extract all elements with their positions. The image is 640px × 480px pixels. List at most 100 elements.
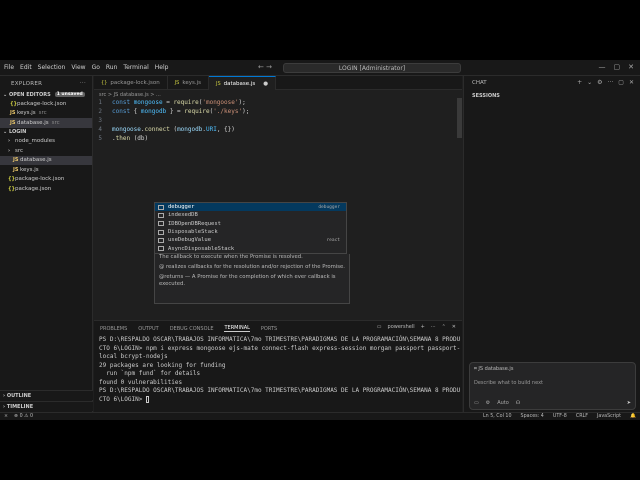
menu-view[interactable]: View [71,64,85,71]
suggestion-label: AsyncDisposableStack [168,245,235,252]
panel-tab-output[interactable]: OUTPUT [138,326,158,332]
chevron-down-icon[interactable]: ⌄ [587,79,592,86]
tools-icon[interactable]: ⚙ [486,400,490,406]
open-editor-item[interactable]: {} package-lock.json [0,99,92,109]
shell-label[interactable]: powershell [388,324,415,330]
chat-input-toolbar: ▭ ⚙ Auto ☊ ➤ [474,400,631,406]
menu-file[interactable]: File [4,64,14,71]
close-panel-icon[interactable]: ✕ [452,324,456,330]
open-editor-item[interactable]: JS database.js src [0,118,92,128]
minimize-icon[interactable]: — [599,63,606,71]
tree-item[interactable]: › node_modules [0,137,92,147]
code-line: 2 const { mongodb } = require('./keys'); [94,107,462,116]
encoding[interactable]: UTF-8 [553,414,567,419]
close-icon[interactable]: ✕ [628,63,634,71]
suggestion-item[interactable]: debugger debugger [155,203,346,212]
remote-icon[interactable]: ⨯ [4,414,8,419]
line-number: 4 [98,126,102,133]
close-icon[interactable]: ✕ [629,79,634,86]
menu-selection[interactable]: Selection [38,64,66,71]
panel-tab-ports[interactable]: PORTS [261,326,277,332]
js-file-icon: JS [13,166,19,173]
back-arrow-icon[interactable]: ← [258,63,264,71]
editor-tab[interactable]: JS keys.js [168,76,209,90]
suggestion-label: IDBOpenDBRequest [168,220,221,227]
project-label: LOGIN [8,129,27,135]
terminal-line: CTO 6\LOGIN> npm i express mongoose ejs-… [99,344,461,352]
tree-item[interactable]: {} package-lock.json [0,175,92,185]
maximize-panel-icon[interactable]: ⌃ [442,324,446,330]
terminal-output[interactable]: PS D:\RESPALDO OSCAR\TRABAJOS INFORMATIC… [94,336,462,404]
menu-edit[interactable]: Edit [20,64,32,71]
maximize-icon[interactable]: ▢ [618,79,624,86]
timeline-section[interactable]: › TIMELINE [0,401,93,411]
agent-mode-icon[interactable]: ▭ [474,400,479,406]
tree-item-label: node_modules [15,138,55,145]
tree-item[interactable]: JS database.js [0,155,92,165]
nav-arrows: ← → [258,63,272,71]
code-text: .then (db) [112,135,149,142]
unsaved-dot-icon[interactable]: ● [263,81,268,87]
project-header[interactable]: ⌄ LOGIN [0,128,92,137]
add-terminal-icon[interactable]: + [421,324,425,330]
tree-item[interactable]: {} package.json [0,184,92,194]
sessions-header[interactable]: SESSIONS [464,90,640,102]
code-text: mongoose.connect (mongodb.URI, {}) [112,126,235,133]
editor-tab[interactable]: {} package-lock.json [94,76,168,90]
editor-tab[interactable]: JS database.js ● [208,76,277,90]
chat-toolbar: + ⌄ ⚙ ··· ▢ ✕ [577,79,634,86]
js-file-icon: JS [174,80,180,86]
more-actions-icon[interactable]: ··· [80,80,86,86]
bell-icon[interactable]: 🔔 [630,414,636,419]
model-select[interactable]: Auto [497,400,509,406]
language-mode[interactable]: JavaScript [597,414,621,419]
menu-terminal[interactable]: Terminal [123,64,148,71]
unsaved-badge: 1 unsaved [54,92,85,97]
suggestion-label: useDebugValue [168,237,212,244]
file-tree: › node_modules › src JS database.js JS keys.js{… [0,137,92,194]
symbol-icon [158,246,164,252]
attach-icon[interactable]: ⌗ [474,366,477,372]
terminal-line: local bcrypt-nodejs [99,353,168,360]
suggestion-item[interactable]: indexedDB [155,211,346,219]
new-chat-icon[interactable]: + [577,79,582,86]
title-bar: File Edit Selection View Go Run Terminal… [0,60,640,76]
tab-label: keys.js [182,80,201,86]
forward-arrow-icon[interactable]: → [266,63,272,71]
maximize-icon[interactable]: ▢ [614,63,621,71]
menu-run[interactable]: Run [106,64,118,71]
suggestion-item[interactable]: useDebugValue react [155,236,346,244]
open-editor-name: keys.js [17,110,36,117]
send-icon[interactable]: ➤ [627,400,631,406]
panel-tab-terminal[interactable]: TERMINAL [224,325,250,332]
open-editor-item[interactable]: JS keys.js src [0,109,92,119]
more-actions-icon[interactable]: ··· [608,79,614,86]
line-ending[interactable]: CRLF [576,414,588,419]
panel-tab-debug-console[interactable]: DEBUG CONSOLE [170,326,214,332]
tree-item[interactable]: › src [0,146,92,156]
suggestion-label: indexedDB [168,212,198,219]
suggestion-item[interactable]: AsyncDisposableStack [155,244,346,252]
editor-tabs: {} package-lock.json JS keys.js JS database.j… [94,76,462,90]
tree-item[interactable]: JS keys.js [0,165,92,175]
chat-input-box[interactable]: ⌗ JS database.js Describe what to build … [469,362,636,410]
outline-section[interactable]: › OUTLINE [0,390,93,400]
mic-icon[interactable]: ☊ [516,400,520,406]
terminal-line: found 0 vulnerabilities [99,378,183,386]
errors-icon[interactable]: ⊗ 0 ⚠ 0 [14,414,33,419]
suggestion-item[interactable]: DisposableStack [155,228,346,236]
indentation[interactable]: Spaces: 4 [521,414,544,419]
context-chip[interactable]: ⌗ JS database.js [474,366,513,372]
menu-go[interactable]: Go [92,64,100,71]
minimap[interactable] [457,98,462,138]
open-editors-label: OPEN EDITORS [8,91,51,98]
more-actions-icon[interactable]: ··· [431,324,436,330]
command-center-search[interactable]: LOGIN [Administrator] [283,63,461,73]
menu-help[interactable]: Help [155,64,169,71]
open-editors-header[interactable]: ⌄ OPEN EDITORS 1 unsaved [0,90,92,99]
cursor-position[interactable]: Ln 5, Col 10 [483,414,512,419]
gear-icon[interactable]: ⚙ [597,79,602,86]
terminal-line: PS D:\RESPALDO OSCAR\TRABAJOS INFORMATIC… [99,336,461,343]
panel-tab-problems[interactable]: PROBLEMS [100,326,127,332]
suggestion-item[interactable]: IDBOpenDBRequest [155,220,346,228]
